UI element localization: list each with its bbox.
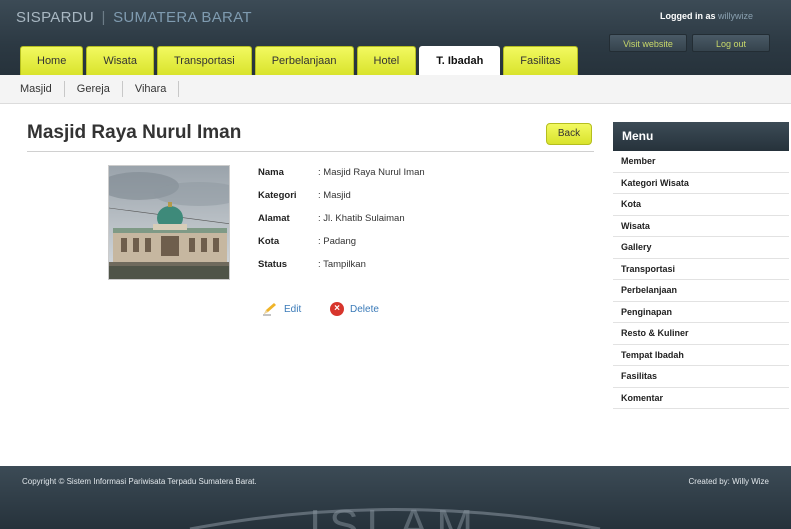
- logged-in-user[interactable]: willywize: [718, 11, 753, 21]
- logout-button[interactable]: Log out: [692, 34, 770, 52]
- delete-icon: ×: [330, 302, 344, 316]
- menu-item-transportasi[interactable]: Transportasi: [613, 258, 789, 280]
- logged-in-label: Logged in as: [659, 11, 716, 21]
- tab-tempat-ibadah[interactable]: T. Ibadah: [419, 46, 501, 75]
- menu-item-penginapan[interactable]: Penginapan: [613, 301, 789, 323]
- detail-row-status: Status : Tampilkan: [258, 259, 425, 282]
- credit-text: Created by: Willy Wize: [688, 477, 769, 486]
- menu-item-gallery[interactable]: Gallery: [613, 237, 789, 259]
- watermark-text: ISLAM: [309, 501, 481, 529]
- header: SISPARDU | SUMATERA BARAT Logged in as w…: [0, 0, 791, 75]
- brand-part1: SISPARDU: [16, 9, 94, 26]
- copyright-text: Copyright © Sistem Informasi Pariwisata …: [22, 477, 257, 486]
- detail-value: : Jl. Khatib Sulaiman: [318, 213, 405, 224]
- subnav-gereja[interactable]: Gereja: [65, 81, 123, 97]
- detail-value: : Padang: [318, 236, 357, 247]
- menu-item-wisata[interactable]: Wisata: [613, 215, 789, 237]
- pencil-icon: [263, 303, 276, 316]
- detail-row-nama: Nama : Masjid Raya Nurul Iman: [258, 167, 425, 190]
- detail-row-kota: Kota : Padang: [258, 236, 425, 259]
- detail-label: Nama: [258, 167, 284, 178]
- tab-perbelanjaan[interactable]: Perbelanjaan: [254, 46, 354, 75]
- menu-item-kategori-wisata[interactable]: Kategori Wisata: [613, 172, 789, 194]
- sidebar-menu: Menu Member Kategori Wisata Kota Wisata …: [613, 122, 789, 409]
- visit-website-button[interactable]: Visit website: [609, 34, 687, 52]
- mosque-photo: [108, 165, 230, 280]
- title-divider: [27, 151, 594, 152]
- delete-label: Delete: [350, 303, 379, 315]
- brand-part2: SUMATERA BARAT: [113, 9, 252, 26]
- tab-fasilitas[interactable]: Fasilitas: [503, 46, 578, 75]
- detail-value: : Masjid Raya Nurul Iman: [318, 167, 425, 178]
- tab-transportasi[interactable]: Transportasi: [156, 46, 252, 75]
- brand-separator: |: [101, 9, 106, 26]
- menu-item-resto-kuliner[interactable]: Resto & Kuliner: [613, 323, 789, 345]
- menu-item-komentar[interactable]: Komentar: [613, 387, 789, 409]
- main-tabs: Home Wisata Transportasi Perbelanjaan Ho…: [20, 46, 578, 75]
- menu-title: Menu: [613, 122, 789, 151]
- edit-link[interactable]: Edit: [262, 302, 301, 316]
- detail-value: : Masjid: [318, 190, 351, 201]
- mosque-photo-image: [109, 166, 229, 279]
- menu-item-kota[interactable]: Kota: [613, 194, 789, 216]
- watermark-graphic: ISLAM: [189, 501, 601, 529]
- back-button[interactable]: Back: [546, 123, 592, 145]
- tab-wisata[interactable]: Wisata: [86, 46, 154, 75]
- detail-value: : Tampilkan: [318, 259, 366, 270]
- login-status: Logged in as willywize: [660, 11, 753, 21]
- edit-label: Edit: [284, 303, 302, 315]
- detail-label: Kategori: [258, 190, 297, 201]
- sub-navigation: Masjid Gereja Vihara: [0, 75, 791, 104]
- site-brand[interactable]: SISPARDU | SUMATERA BARAT: [16, 9, 252, 26]
- subnav-vihara[interactable]: Vihara: [123, 81, 180, 97]
- detail-label: Status: [258, 259, 288, 270]
- tab-home[interactable]: Home: [20, 46, 84, 75]
- menu-item-member[interactable]: Member: [613, 151, 789, 173]
- watermark: ISLAM: [0, 500, 791, 529]
- detail-label: Kota: [258, 236, 280, 247]
- menu-item-fasilitas[interactable]: Fasilitas: [613, 366, 789, 388]
- tab-hotel[interactable]: Hotel: [356, 46, 417, 75]
- detail-row-alamat: Alamat : Jl. Khatib Sulaiman: [258, 213, 425, 236]
- detail-row-kategori: Kategori : Masjid: [258, 190, 425, 213]
- delete-link[interactable]: × Delete: [330, 302, 379, 316]
- menu-item-tempat-ibadah[interactable]: Tempat Ibadah: [613, 344, 789, 366]
- detail-table: Nama : Masjid Raya Nurul Iman Kategori :…: [258, 167, 425, 282]
- menu-item-perbelanjaan[interactable]: Perbelanjaan: [613, 280, 789, 302]
- subnav-masjid[interactable]: Masjid: [20, 81, 65, 97]
- footer: Copyright © Sistem Informasi Pariwisata …: [0, 466, 791, 529]
- detail-label: Alamat: [258, 213, 290, 224]
- page-title: Masjid Raya Nurul Iman: [27, 122, 242, 143]
